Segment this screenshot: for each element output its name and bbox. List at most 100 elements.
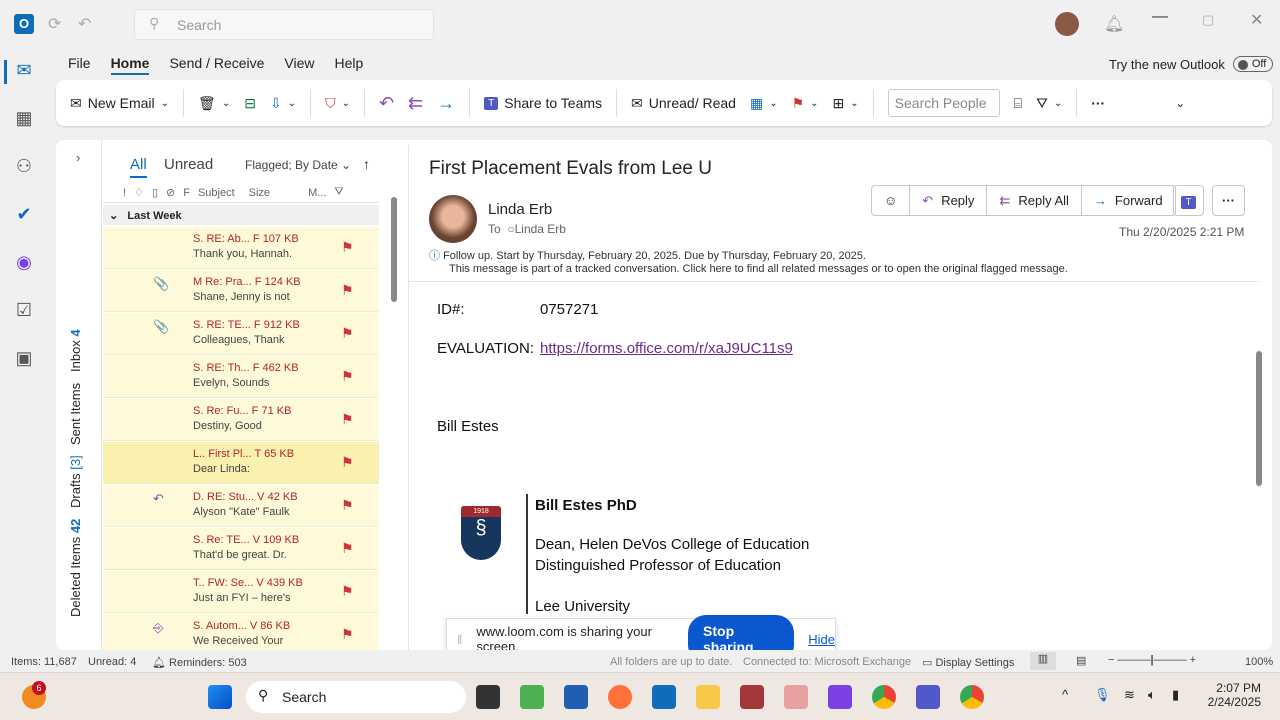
chevron-down-icon[interactable]: ⌄ (222, 98, 230, 109)
folder-inbox[interactable]: Inbox 4 (68, 329, 83, 372)
bell-icon[interactable]: 🔔︎ (1104, 14, 1124, 34)
column-from[interactable]: F (183, 187, 190, 199)
address-book-icon[interactable]: ⌸ (1014, 95, 1022, 112)
message-row[interactable]: S. RE: Ab... F 107 KB Thank you, Hannah. ⚑ (103, 227, 379, 269)
archive-button[interactable]: ⊟ (244, 95, 256, 112)
sync-icon[interactable]: ⟳ (48, 14, 61, 34)
search-people-input[interactable]: Search People (887, 89, 1000, 117)
icon-column-icon[interactable]: ▯ (152, 186, 158, 199)
reply-button[interactable]: ↶ (379, 93, 394, 114)
tab-view[interactable]: View (284, 55, 314, 75)
attachment-column-icon[interactable]: ⊘ (166, 186, 175, 199)
reading-view-icon[interactable]: ▤ (1076, 654, 1086, 667)
report-button[interactable]: ⛉ ⌄ (325, 95, 350, 112)
message-row[interactable]: S. Re: TE... V 109 KB That'd be great. Dr… (103, 528, 379, 570)
volume-icon[interactable]: 🔈︎ (1148, 687, 1156, 703)
taskbar-search[interactable]: ⚲ Search (246, 681, 466, 713)
new-outlook-toggle[interactable]: Off (1232, 56, 1274, 72)
clock[interactable]: 2:07 PM 2/24/2025 (1205, 681, 1261, 709)
message-row[interactable]: T.. FW: Se... V 439 KB Just an FYI – here… (103, 571, 379, 613)
reminders[interactable]: 🔔︎ Reminders: 503 (152, 656, 247, 669)
recipient-name[interactable]: Linda Erb (515, 222, 566, 236)
start-icon[interactable] (208, 685, 232, 709)
tab-file[interactable]: File (68, 55, 91, 75)
followup-info[interactable]: ⓘ Follow up. Start by Thursday, February… (429, 247, 866, 263)
mail-icon[interactable]: ✉ (12, 60, 36, 84)
flag-icon[interactable]: ⚑ (341, 454, 354, 471)
sort-dropdown[interactable]: Flagged; By Date ⌄ (245, 158, 351, 172)
reply-button[interactable]: ↶ Reply (910, 186, 988, 215)
sender-name[interactable]: Linda Erb (488, 201, 552, 218)
group-header[interactable]: ⌄ Last Week (103, 205, 379, 225)
message-row[interactable]: L.. First Pl... T 65 KB Dear Linda: ⚑ (103, 442, 379, 484)
terminal-icon[interactable] (476, 685, 500, 709)
flag-icon[interactable]: ⚑ (341, 239, 354, 256)
zoom-slider[interactable]: − ———|——— + (1108, 654, 1196, 666)
pdf-app-icon[interactable] (828, 685, 852, 709)
flag-icon[interactable]: ⚑ (341, 540, 354, 557)
close-button[interactable]: ✕ (1250, 10, 1263, 30)
outlook-taskbar-icon[interactable] (652, 685, 676, 709)
message-row[interactable]: ↶ D. RE: Stu... V 42 KB Alyson "Kate" Faul… (103, 485, 379, 527)
store-icon[interactable] (564, 685, 588, 709)
hide-link[interactable]: Hide (808, 632, 835, 647)
chevron-down-icon[interactable]: ⌄ (161, 98, 169, 109)
filter-email-button[interactable]: ⛛ ⌄ (1036, 95, 1062, 112)
reply-all-button[interactable]: ⇇ Reply All (987, 186, 1082, 215)
delete-button[interactable]: 🗑︎ ⌄ (198, 95, 230, 112)
flag-filter-icon[interactable]: ⛛ (334, 186, 343, 199)
undo-icon[interactable]: ↶ (78, 14, 91, 34)
people-icon[interactable]: ⚇ (12, 156, 36, 180)
tab-home[interactable]: Home (110, 55, 150, 75)
normal-view-icon[interactable]: ▥ (1030, 652, 1056, 670)
drag-handle-icon[interactable]: ‖ (457, 632, 462, 647)
list-scrollbar[interactable] (389, 185, 399, 647)
flag-icon[interactable]: ⚑ (341, 626, 354, 643)
tab-help[interactable]: Help (335, 55, 364, 75)
microphone-icon[interactable]: 🎙︎ (1094, 687, 1111, 703)
unread-read-button[interactable]: ✉ Unread/ Read (631, 95, 736, 112)
importance-icon[interactable]: ! (123, 187, 126, 199)
maximize-button[interactable]: ▢ (1202, 12, 1214, 28)
reading-scrollbar[interactable] (1254, 285, 1264, 645)
teams-taskbar-icon[interactable] (916, 685, 940, 709)
react-button[interactable]: ☺ (872, 186, 911, 215)
copilot-icon[interactable]: ◉ (12, 252, 36, 276)
rules-button[interactable]: ⊞ ⌄ (833, 95, 859, 112)
firefox-icon[interactable] (608, 685, 632, 709)
flag-icon[interactable]: ⚑ (341, 411, 354, 428)
battery-icon[interactable]: ▮ (1172, 687, 1179, 703)
column-size[interactable]: Size (249, 187, 270, 199)
folder-sent[interactable]: Sent Items (68, 383, 83, 445)
message-row[interactable]: 📎 S. RE: TE... F 912 KB Colleagues, Thank ⚑ (103, 313, 379, 355)
column-subject[interactable]: Subject (198, 187, 235, 199)
flag-icon[interactable]: ⚑ (341, 497, 354, 514)
sender-avatar[interactable] (429, 195, 477, 243)
sort-direction-icon[interactable]: ↑ (363, 156, 370, 172)
filter-all-tab[interactable]: All (130, 156, 147, 178)
share-to-teams-button[interactable]: T Share to Teams (484, 95, 602, 111)
wifi-icon[interactable]: ≋ (1124, 687, 1135, 703)
evaluation-link[interactable]: https://forms.office.com/r/xaJ9UC11s9 (540, 340, 793, 357)
todo-icon[interactable]: ✔ (12, 204, 36, 228)
flag-button[interactable]: ⚑ ⌄ (792, 95, 819, 112)
expand-folders-icon[interactable]: › (76, 150, 80, 165)
apps-icon[interactable]: ▣ (12, 348, 36, 372)
reminder-icon[interactable]: ♢ (134, 186, 144, 199)
calendar-icon[interactable]: ▦ (12, 108, 36, 132)
expand-ribbon-icon[interactable]: ⌄ (1175, 96, 1185, 110)
forward-button[interactable]: → (437, 93, 455, 114)
snipping-tool-icon[interactable] (784, 685, 808, 709)
more-options-icon[interactable]: ··· (1091, 95, 1105, 111)
search-input[interactable]: ⚲ Search (134, 9, 434, 40)
tab-send-receive[interactable]: Send / Receive (169, 55, 264, 75)
flag-icon[interactable]: ⚑ (341, 325, 354, 342)
move-button[interactable]: ⇩ ⌄ (270, 95, 296, 112)
file-explorer-icon[interactable] (696, 685, 720, 709)
message-row[interactable]: 📎 M Re: Pra... F 124 KB Shane, Jenny is no… (103, 270, 379, 312)
reply-all-button[interactable]: ⇇ (408, 93, 423, 114)
new-email-button[interactable]: ✉ New Email ⌄ (70, 95, 169, 112)
chrome-icon[interactable] (872, 685, 896, 709)
teams-share-button[interactable]: T (1173, 185, 1204, 216)
whiteboard-icon[interactable] (520, 685, 544, 709)
